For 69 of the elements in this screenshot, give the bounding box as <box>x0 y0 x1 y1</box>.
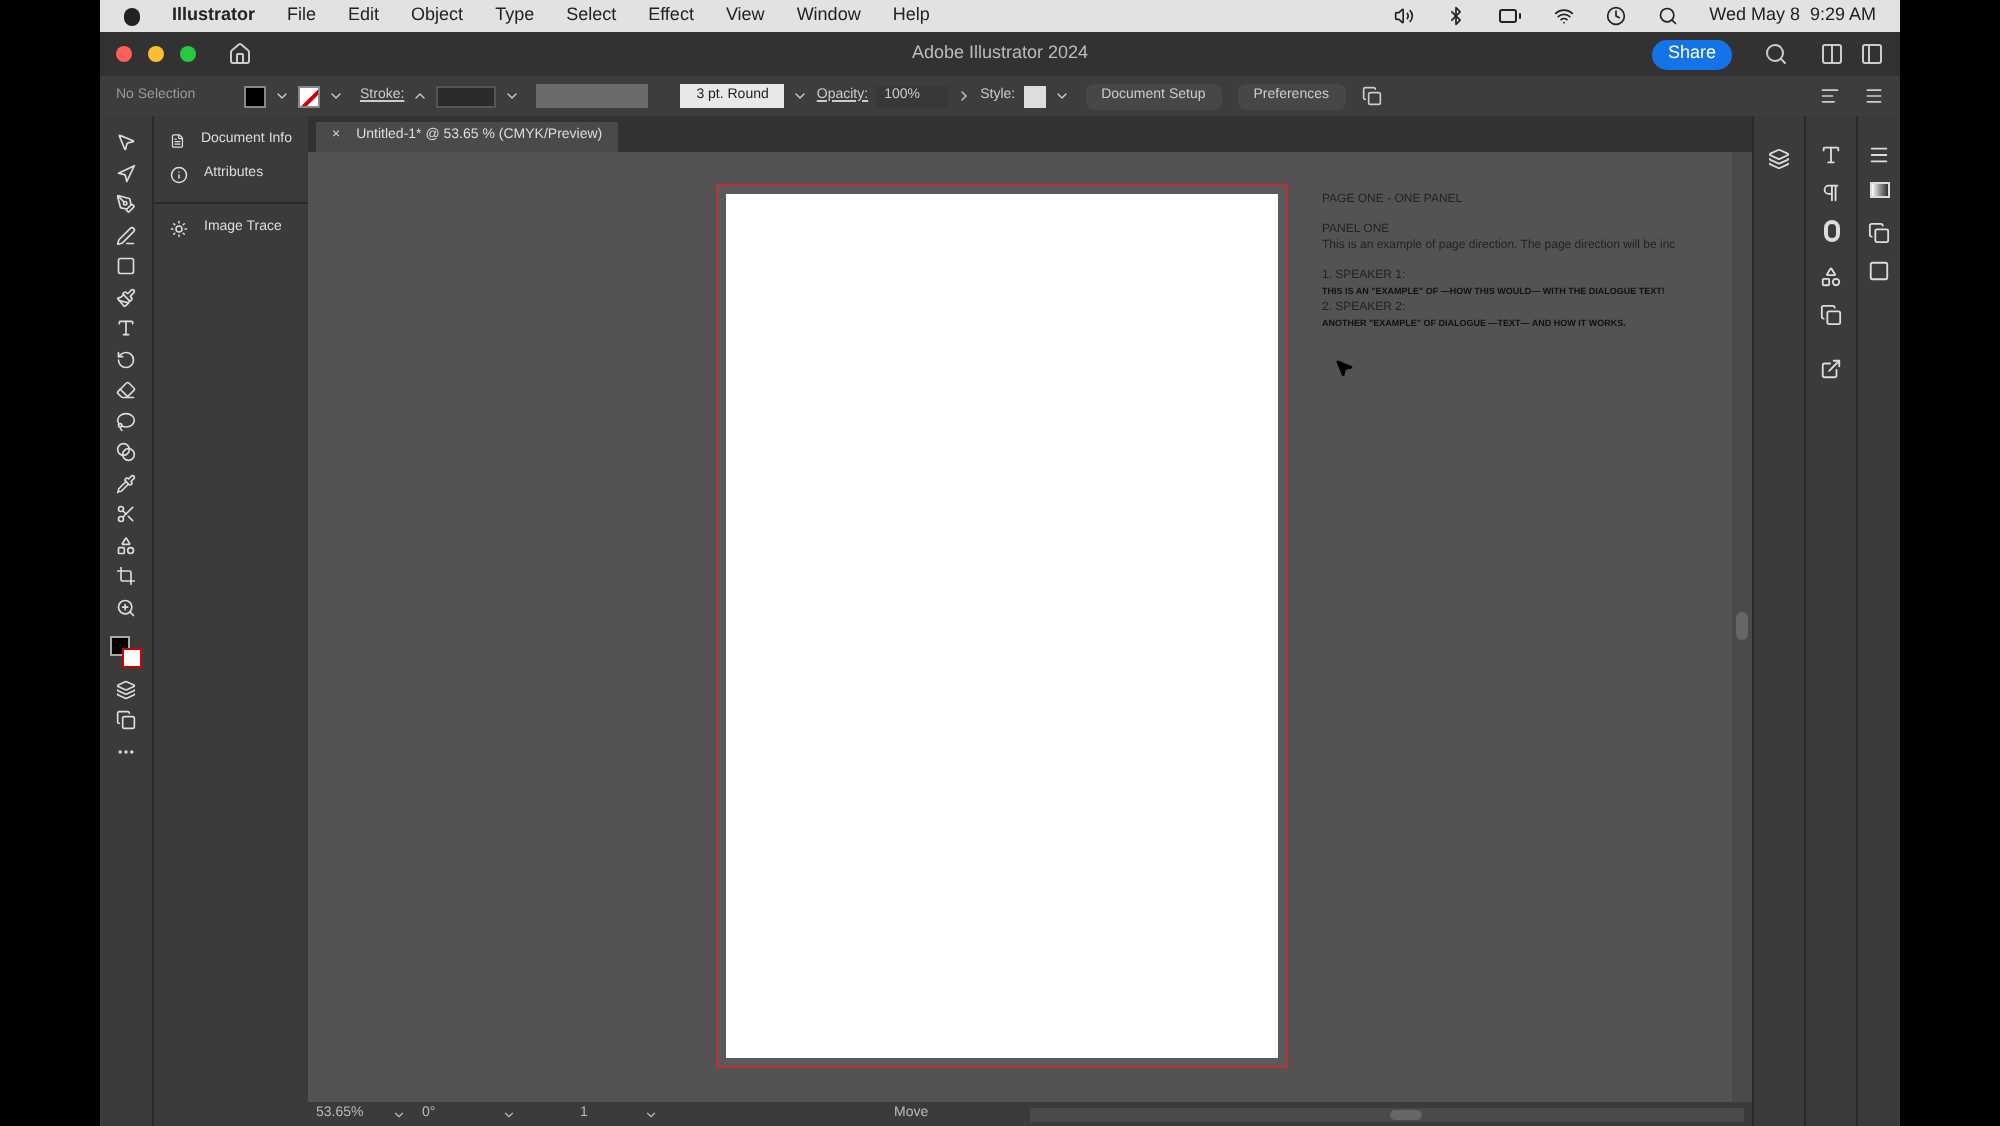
menu-item[interactable]: Type <box>495 2 535 30</box>
menu-clock[interactable]: Wed May 8 9:29 AM <box>1709 2 1876 30</box>
character-icon[interactable] <box>1820 144 1842 166</box>
scissors-icon[interactable] <box>116 504 136 524</box>
variable-width-field[interactable] <box>536 84 649 108</box>
share-button[interactable]: Share <box>1651 39 1732 69</box>
menu-item[interactable]: View <box>725 2 765 30</box>
caret-icon[interactable] <box>274 88 290 104</box>
minimize-window-button[interactable] <box>148 46 164 62</box>
stroke-weight-field[interactable] <box>436 85 497 107</box>
workspace-icon[interactable] <box>1860 42 1884 66</box>
curvature-pen-icon[interactable] <box>116 225 136 245</box>
mouse-cursor-icon <box>1334 358 1354 378</box>
gradient-swatch-icon[interactable] <box>1869 182 1889 198</box>
battery-icon[interactable] <box>1497 4 1522 28</box>
bluetooth-icon[interactable] <box>1445 6 1466 26</box>
caret-icon[interactable] <box>504 88 521 104</box>
lasso-icon[interactable] <box>116 411 136 431</box>
menu-item[interactable]: File <box>287 2 317 30</box>
eyedropper-icon[interactable] <box>116 473 136 493</box>
rotate-icon[interactable] <box>116 349 136 369</box>
caret-icon[interactable] <box>1053 88 1070 104</box>
caret-icon[interactable] <box>792 88 809 104</box>
fill-swatch[interactable] <box>244 85 266 107</box>
rectangle-icon[interactable] <box>116 256 136 276</box>
selection-arrow-icon[interactable] <box>116 132 136 152</box>
menu-item[interactable]: Help <box>892 2 930 30</box>
pen-icon[interactable] <box>116 194 136 214</box>
horizontal-scrollbar[interactable] <box>1030 1107 1744 1121</box>
caret-icon[interactable] <box>644 1107 658 1121</box>
arrange-documents-icon[interactable] <box>1820 42 1844 66</box>
style-swatch[interactable] <box>1023 85 1046 107</box>
info-icon <box>170 166 188 184</box>
window-title: Adobe Illustrator 2024 <box>911 40 1089 67</box>
paragraph-icon[interactable] <box>1820 182 1842 204</box>
menu-item[interactable]: Object <box>411 2 464 30</box>
menu-item[interactable]: Select <box>566 2 617 30</box>
export-icon[interactable] <box>1820 358 1842 380</box>
menu-item[interactable]: Edit <box>348 2 380 30</box>
volume-icon[interactable] <box>1393 6 1414 26</box>
caret-icon[interactable] <box>392 1107 406 1121</box>
zoom-window-button[interactable] <box>180 46 196 62</box>
menu-item[interactable]: Window <box>796 2 861 30</box>
fill-stroke-icon[interactable] <box>110 636 142 668</box>
zoom-icon[interactable] <box>116 597 136 617</box>
align-icon[interactable] <box>1820 86 1840 106</box>
caret-icon[interactable] <box>328 88 344 104</box>
menu-item[interactable]: Effect <box>648 2 694 30</box>
app-menu[interactable]: Illustrator <box>172 2 256 30</box>
type-icon[interactable] <box>116 318 136 338</box>
stroke-swatch[interactable] <box>298 85 320 107</box>
stepper-icon[interactable] <box>412 88 429 104</box>
direct-selection-arrow-icon[interactable] <box>116 163 136 183</box>
document-icon <box>170 132 185 150</box>
caret-icon[interactable] <box>502 1107 516 1121</box>
search-icon[interactable] <box>1657 6 1678 26</box>
crop-icon[interactable] <box>116 566 136 586</box>
clock-icon[interactable] <box>1605 6 1626 26</box>
close-window-button[interactable] <box>116 46 132 62</box>
eraser-icon[interactable] <box>116 380 136 400</box>
paintbrush-icon[interactable] <box>116 287 136 307</box>
home-icon[interactable] <box>228 42 252 66</box>
properties-icon[interactable] <box>1868 144 1890 166</box>
panel-menu-icon[interactable] <box>1864 86 1884 106</box>
vertical-scrollbar[interactable] <box>1732 152 1752 1102</box>
wifi-icon[interactable] <box>1553 6 1574 26</box>
layers-icon[interactable] <box>1768 148 1790 170</box>
sun-icon <box>170 220 188 238</box>
search-icon[interactable] <box>1764 42 1788 66</box>
